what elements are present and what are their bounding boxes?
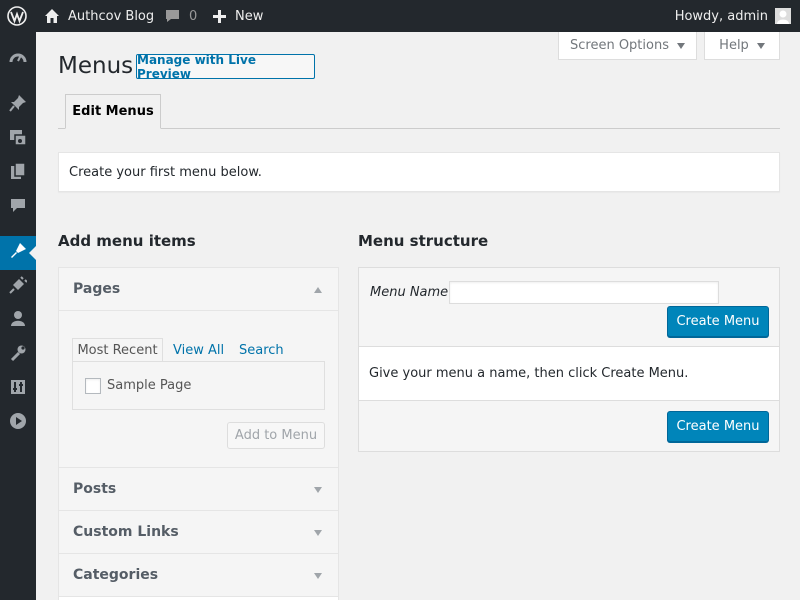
sidebar-item-pages[interactable] (0, 156, 36, 190)
plus-icon (212, 9, 227, 24)
plugins-icon (9, 276, 28, 298)
page-checkbox[interactable] (85, 378, 101, 394)
comments-count: 0 (189, 8, 198, 24)
sidebar-item-users[interactable] (0, 304, 36, 338)
howdy-text: Howdy, admin (674, 8, 768, 24)
comment-bubble-icon (164, 8, 181, 24)
pin-icon (9, 94, 27, 116)
comments-link[interactable]: 0 (164, 0, 197, 32)
add-menu-items-heading: Add menu items (58, 232, 196, 250)
comments-icon (9, 196, 27, 218)
section-label: Custom Links (73, 524, 179, 540)
section-label: Posts (73, 481, 117, 497)
dashboard-icon (9, 49, 27, 71)
tools-icon (9, 344, 27, 366)
tab-most-recent[interactable]: Most Recent (72, 338, 163, 362)
help-button[interactable]: Help (704, 32, 780, 60)
menu-name-input[interactable] (449, 281, 719, 304)
account-menu[interactable]: Howdy, admin (675, 0, 791, 32)
users-icon (9, 310, 27, 332)
accordion-section-categories[interactable]: Categories (59, 554, 338, 597)
accordion-section-custom-links[interactable]: Custom Links (59, 511, 338, 554)
sidebar-item-appearance[interactable] (0, 236, 36, 270)
new-content-link[interactable]: New (212, 0, 263, 32)
appearance-icon (9, 242, 27, 264)
section-label: Categories (73, 567, 159, 583)
accordion-section-pages[interactable]: Pages (59, 268, 338, 311)
notice-text: Create your first menu below. (69, 164, 262, 180)
live-preview-button[interactable]: Manage with Live Preview (136, 53, 315, 81)
notice-box: Create your first menu below. (58, 152, 780, 192)
tab-edit-menus[interactable]: Edit Menus (65, 94, 161, 129)
admin-bar: Authcov Blog 0 New Howdy, admin (0, 0, 800, 32)
accordion-section-posts[interactable]: Posts (59, 468, 338, 511)
tab-divider (58, 128, 780, 129)
help-label: Help (719, 38, 749, 53)
pages-icon (9, 162, 27, 184)
admin-sidebar (0, 32, 36, 600)
page-label[interactable]: Sample Page (107, 376, 191, 396)
create-menu-button-bottom[interactable]: Create Menu (667, 411, 769, 442)
arrow-down-icon (314, 487, 322, 493)
page-title: Menus (58, 53, 134, 79)
caret-down-icon (756, 42, 765, 49)
arrow-down-icon (314, 530, 322, 536)
arrow-down-icon (314, 573, 322, 579)
menu-structure-heading: Menu structure (358, 232, 489, 250)
tab-view-all[interactable]: View All (173, 338, 224, 362)
site-name-link[interactable]: Authcov Blog (44, 0, 154, 32)
menu-name-label: Menu Name (370, 285, 449, 300)
sidebar-item-dashboard[interactable] (0, 43, 36, 77)
media-icon (9, 128, 27, 150)
sidebar-item-comments[interactable] (0, 190, 36, 224)
sidebar-item-plugins[interactable] (0, 270, 36, 304)
caret-down-icon (677, 42, 685, 49)
menu-body: Give your menu a name, then click Create… (359, 347, 779, 401)
sidebar-item-posts[interactable] (0, 88, 36, 122)
sidebar-item-tools[interactable] (0, 338, 36, 372)
sidebar-item-media-play[interactable] (0, 406, 36, 440)
menu-instructions: Give your menu a name, then click Create… (369, 366, 689, 381)
screen-options-button[interactable]: Screen Options (558, 32, 697, 60)
sidebar-item-settings[interactable] (0, 372, 36, 406)
add-to-menu-button[interactable]: Add to Menu (227, 422, 325, 449)
screen-options-label: Screen Options (570, 38, 669, 53)
home-icon (44, 8, 60, 24)
wordpress-logo-icon[interactable] (7, 0, 27, 32)
avatar (775, 8, 791, 24)
site-name: Authcov Blog (68, 8, 155, 24)
arrow-up-icon (314, 287, 322, 293)
create-menu-button-top[interactable]: Create Menu (667, 306, 769, 337)
section-label: Pages (73, 281, 121, 297)
media-play-icon (9, 412, 27, 434)
tab-search[interactable]: Search (239, 338, 284, 362)
new-label: New (235, 8, 264, 24)
sidebar-item-media[interactable] (0, 122, 36, 156)
settings-icon (9, 378, 27, 400)
